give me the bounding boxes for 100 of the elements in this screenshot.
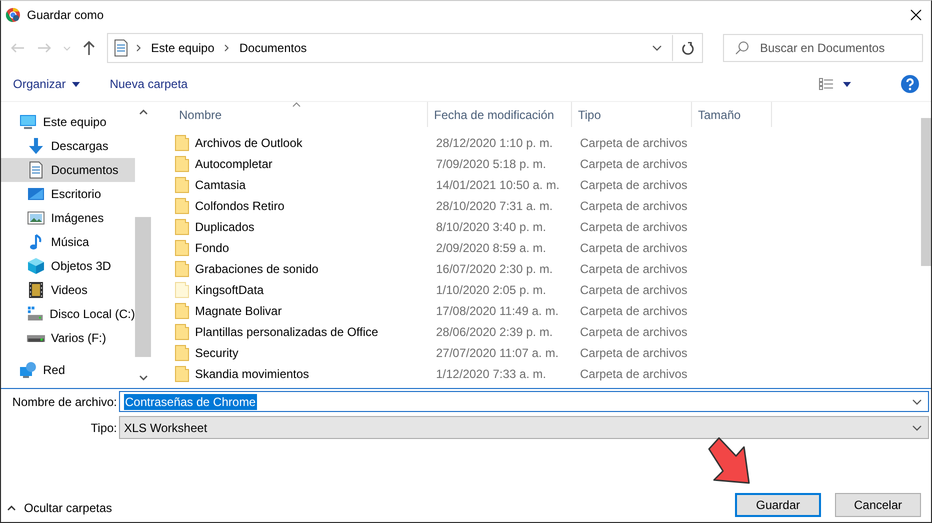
folder-icon [175,240,189,256]
table-cell-text: 28/12/2020 1:10 p. m. [435,136,554,150]
chevron-up-icon [7,505,16,511]
type-label: Tipo: [90,420,118,434]
chevron-icon [652,45,662,51]
dialog-button[interactable]: Cancelar [835,493,921,517]
file-name[interactable]: Magnate Bolivar [195,304,282,318]
table-cell-text: 1/10/2020 2:05 p. m. [435,282,548,296]
folder-icon [175,198,189,214]
column-header[interactable]: Nombre [173,102,428,127]
sidebar-item[interactable]: Documentos [1,158,135,182]
sidebar-item[interactable]: Disco Local (C:) [1,302,135,326]
address-bar[interactable]: Este equipo Documentos [107,33,703,63]
drive-icon [27,334,45,342]
folder-icon [175,134,189,150]
file-name[interactable]: Security [195,346,238,360]
breadcrumb[interactable]: Este equipo [149,41,216,55]
sidebar-item[interactable]: Videos [1,278,135,302]
document-icon [114,39,128,57]
chevron-icon [63,46,71,50]
type-dropdown[interactable]: XLS Worksheet [119,416,929,439]
arrow-left-icon [11,43,25,53]
sidebar-item[interactable]: Objetos 3D [1,254,135,278]
chevron-icon [224,44,230,52]
table-cell-text: Carpeta de archivos [579,178,688,192]
window-title: Guardar como [27,8,105,22]
table-cell-text: Carpeta de archivos [579,220,688,234]
search-field[interactable]: Buscar en Documentos [723,34,923,62]
folder-icon [175,156,189,172]
new-folder-button[interactable]: Nueva carpeta [110,77,188,91]
table-cell-text: Carpeta de archivos [579,240,688,254]
table-cell-text: Carpeta de archivos [579,136,688,150]
table-cell-text: Carpeta de archivos [579,304,688,318]
scrollbar-thumb[interactable] [135,217,151,357]
file-name[interactable]: Colfondos Retiro [195,198,284,212]
refresh-icon [682,42,694,54]
desktop-icon [27,185,45,203]
file-name[interactable]: Camtasia [195,178,246,192]
arrow-up-icon [83,41,95,55]
folder-icon [175,282,189,298]
table-cell-text: Carpeta de archivos [579,156,688,170]
filename-field[interactable]: Contraseñas de Chrome [119,391,929,412]
chevron-icon [136,44,141,52]
hide-folders-toggle[interactable]: Ocultar carpetas [7,501,112,517]
table-cell-text: 16/07/2020 2:30 p. m. [435,262,554,276]
folder-icon [175,260,189,276]
help-icon[interactable] [901,75,919,93]
file-name[interactable]: KingsoftData [195,282,264,296]
file-name[interactable]: Fondo [195,240,230,254]
breadcrumb[interactable]: Documentos [237,41,309,55]
list-view-icon [819,78,833,90]
folder-icon [175,366,189,382]
file-name[interactable]: Plantillas personalizadas de Office [195,324,378,338]
search-icon [735,41,749,55]
table-cell-text: 1/12/2020 7:33 a. m. [435,366,548,380]
folder-icon [175,344,189,360]
file-name[interactable]: Autocompletar [195,156,272,170]
sidebar-item[interactable]: Red [1,358,135,382]
folder-icon [175,176,189,192]
sidebar-item[interactable]: Este equipo [1,110,135,134]
table-cell-text: Carpeta de archivos [579,324,688,338]
organize-menu[interactable]: Organizar [13,77,80,91]
filename-label: Nombre de archivo: [11,394,118,408]
caret-icon [843,82,851,86]
sidebar-item[interactable]: Imágenes [1,206,135,230]
view-menu[interactable] [819,78,851,90]
dialog-button[interactable]: Guardar [735,493,821,517]
download-icon [27,137,45,155]
arrow-right-icon [37,43,51,53]
sidebar-item[interactable]: Descargas [1,134,135,158]
column-header[interactable]: Tipo [572,102,692,127]
chevron-up-icon [138,109,148,115]
document-icon [27,161,45,179]
pc-icon [19,113,37,131]
file-name[interactable]: Grabaciones de sonido [195,262,318,276]
cube-icon [27,257,45,275]
file-name[interactable]: Skandia movimientos [195,366,310,380]
folder-icon [175,218,189,234]
table-cell-text: Carpeta de archivos [579,282,688,296]
folder-icon [175,324,189,340]
sidebar-item[interactable]: Varios (F:) [1,326,135,350]
file-name[interactable]: Duplicados [195,220,254,234]
table-cell-text: 7/09/2020 5:18 p. m. [435,156,548,170]
table-cell-text: Carpeta de archivos [579,262,688,276]
table-cell-text: 8/10/2020 3:40 p. m. [435,220,548,234]
pictures-icon [27,209,45,227]
sidebar-item[interactable]: Escritorio [1,182,135,206]
table-cell-text: 17/08/2020 11:49 a. m. [435,304,560,318]
table-cell-text: 2/09/2020 8:59 a. m. [435,240,548,254]
table-cell-text: 27/07/2020 11:07 a. m. [435,346,560,360]
scrollbar-thumb[interactable] [921,118,931,266]
column-header[interactable]: Tamaño [692,102,772,127]
video-icon [27,281,45,299]
sidebar-item[interactable]: Música [1,230,135,254]
column-header[interactable]: Fecha de modificación [428,102,572,127]
file-name[interactable]: Archivos de Outlook [195,136,302,150]
table-cell-text: Carpeta de archivos [579,366,688,380]
close-icon [910,9,922,21]
chevron-icon [912,398,922,404]
table-cell-text: 14/01/2021 10:50 a. m. [435,178,560,192]
